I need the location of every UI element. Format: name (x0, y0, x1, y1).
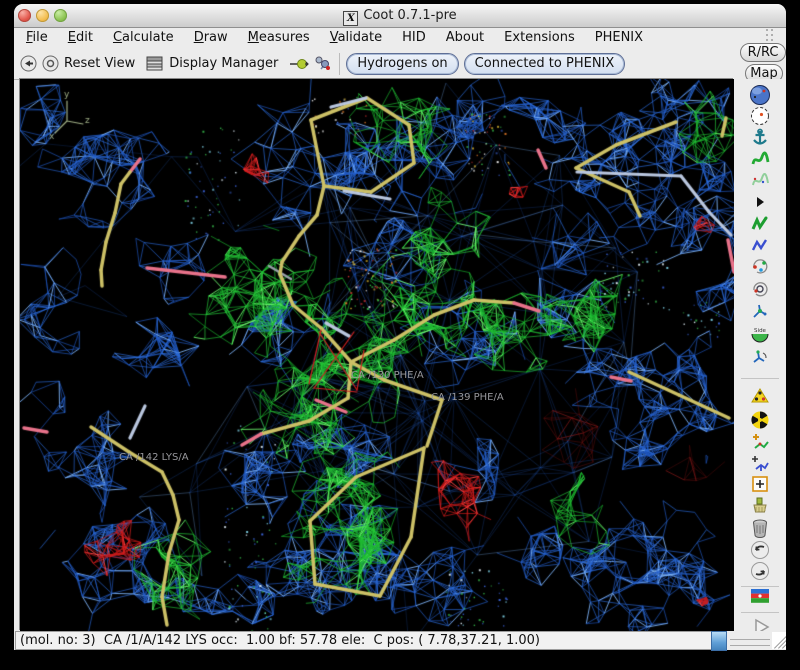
zigzag-green-icon[interactable] (749, 213, 771, 235)
menu-measures[interactable]: Measures (238, 29, 320, 47)
molecule-icon (314, 55, 332, 73)
display-manager-button[interactable]: Display Manager (146, 56, 284, 72)
status-bar: (mol. no: 3) CA /1/A/142 LYS occ: 1.00 b… (15, 631, 717, 650)
menu-edit[interactable]: Edit (58, 29, 103, 47)
rrc-button[interactable]: R/RC (740, 43, 786, 62)
side-flip-icon[interactable]: Side (749, 324, 771, 346)
atom-label: CA /130 PHE/A (351, 370, 424, 381)
warning-triangle-icon[interactable] (749, 385, 771, 407)
display-manager-icon (146, 56, 164, 72)
status-row: (mol. no: 3) CA /1/A/142 LYS occ: 1.00 b… (14, 631, 786, 650)
sidebar-separator (741, 586, 779, 587)
statusbar-resize-button[interactable] (711, 631, 727, 651)
target-icon (42, 55, 59, 72)
view-sphere-icon[interactable] (749, 84, 771, 106)
brush-icon[interactable] (749, 495, 771, 517)
molecule-button[interactable] (314, 55, 332, 73)
app-icon: X (343, 11, 358, 26)
zigzag-blue-icon[interactable] (749, 234, 771, 256)
sidebar-separator (741, 378, 779, 379)
title-bar[interactable]: XCoot 0.7.1-pre (14, 4, 786, 28)
box-plus-icon[interactable] (749, 473, 771, 495)
menu-hid[interactable]: HID (392, 29, 436, 47)
ligand-arrow-icon (289, 56, 309, 72)
menu-validate[interactable]: Validate (320, 29, 392, 47)
toolbar-grip[interactable] (766, 29, 778, 41)
ligand-button[interactable] (289, 56, 309, 72)
menu-draw[interactable]: Draw (184, 29, 238, 47)
sidebar-separator (741, 612, 779, 613)
phenix-connection-button[interactable]: Connected to PHENIX (464, 53, 626, 75)
refine-ribbon-icon[interactable] (749, 149, 771, 171)
density-viewport[interactable]: CA /130 PHE/A CA /139 PHE/A CA /142 LYS/A (20, 79, 734, 631)
add-terminal-residue-icon[interactable] (749, 432, 771, 454)
undo-icon[interactable] (749, 539, 771, 561)
add-alt-conf-icon[interactable] (749, 453, 771, 475)
menu-phenix[interactable]: PHENIX (585, 29, 653, 47)
jiggle-fit-icon[interactable] (749, 347, 771, 369)
target-button[interactable] (42, 55, 59, 72)
reset-view-button[interactable]: Reset View (64, 56, 141, 71)
back-icon (20, 55, 37, 72)
menu-extensions[interactable]: Extensions (494, 29, 585, 47)
trackball-icon[interactable] (749, 105, 771, 127)
menu-file[interactable]: File (16, 29, 58, 47)
atom-label: CA /142 LYS/A (119, 452, 189, 463)
toolbar: Reset View Display Manager Hydrogens on … (14, 48, 786, 80)
rotamers-icon[interactable] (749, 278, 771, 300)
hydrogens-toggle-button[interactable]: Hydrogens on (346, 53, 458, 75)
svg-text:Side: Side (754, 328, 767, 334)
window-resize-grip[interactable] (772, 632, 786, 649)
menu-calculate[interactable]: Calculate (103, 29, 184, 47)
auto-fit-rotamer-icon[interactable] (749, 255, 771, 277)
toolbar-separator (339, 53, 340, 75)
regularize-ribbon-icon[interactable] (749, 170, 771, 192)
menu-about[interactable]: About (436, 29, 494, 47)
back-button[interactable] (20, 55, 37, 72)
window-title: XCoot 0.7.1-pre (14, 4, 786, 27)
trash-icon[interactable] (749, 517, 771, 539)
radiation-icon[interactable] (749, 409, 771, 431)
redo-icon[interactable] (749, 560, 771, 582)
menu-bar: FileEditCalculateDrawMeasuresValidateHID… (14, 28, 786, 48)
chi-angles-icon[interactable] (749, 301, 771, 323)
fixed-triangle-icon[interactable] (749, 191, 771, 213)
atom-label: CA /139 PHE/A (431, 392, 504, 403)
modelling-sidebar: Side (734, 79, 786, 631)
anchor-icon[interactable] (749, 127, 771, 149)
coot-window: XCoot 0.7.1-pre FileEditCalculateDrawMea… (14, 4, 786, 650)
sidebar-bottom-grip[interactable] (730, 639, 770, 646)
flag-icon[interactable] (749, 585, 771, 607)
